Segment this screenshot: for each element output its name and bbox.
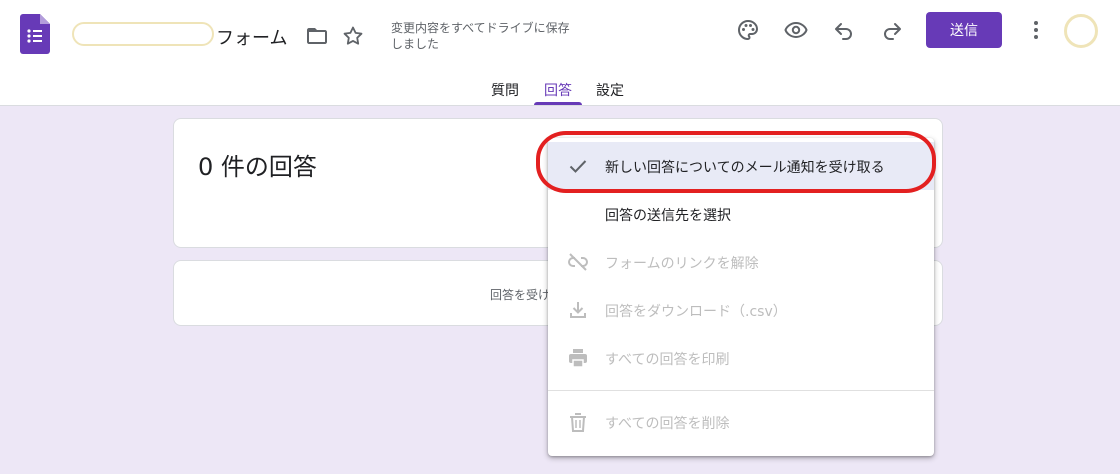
menu-item-label: すべての回答を削除: [605, 416, 730, 432]
redacted-form-title[interactable]: [72, 22, 214, 46]
menu-item-download-csv: 回答をダウンロード（.csv）: [548, 286, 934, 334]
tab-questions[interactable]: 質問: [491, 80, 519, 100]
folder-icon[interactable]: [305, 24, 329, 48]
link-off-icon: [568, 253, 588, 271]
menu-item-label: 回答をダウンロード（.csv）: [605, 304, 787, 320]
save-status-text: 変更内容をすべてドライブに保存しました: [391, 21, 570, 51]
account-avatar[interactable]: [1064, 14, 1098, 48]
accepting-responses-text: 回答を受け: [490, 288, 551, 302]
star-icon[interactable]: [341, 24, 365, 48]
menu-divider: [548, 390, 934, 391]
tab-settings[interactable]: 設定: [596, 80, 624, 100]
red-highlight-annotation: [536, 131, 936, 193]
menu-item-label: 回答の送信先を選択: [605, 208, 731, 224]
menu-item-print-all: すべての回答を印刷: [548, 334, 934, 382]
google-forms-logo-icon[interactable]: [20, 14, 50, 54]
print-icon: [569, 349, 587, 368]
download-icon: [570, 302, 586, 318]
form-title[interactable]: フォーム: [216, 24, 287, 50]
preview-eye-icon[interactable]: [784, 18, 808, 42]
more-vert-icon[interactable]: [1024, 18, 1048, 42]
menu-item-delete-all: すべての回答を削除: [548, 398, 934, 446]
menu-item-unlink-form: フォームのリンクを解除: [548, 238, 934, 286]
response-count-title: 0 件の回答: [198, 153, 317, 181]
tab-responses[interactable]: 回答: [544, 80, 572, 100]
menu-item-label: すべての回答を印刷: [605, 352, 730, 368]
undo-icon[interactable]: [832, 18, 856, 42]
active-tab-indicator: [534, 102, 582, 105]
trash-icon: [570, 413, 586, 432]
app-header: フォーム 変更内容をすべてドライブに保存しました 送信 質問 回答 設定: [0, 0, 1120, 106]
redo-icon[interactable]: [880, 18, 904, 42]
send-button[interactable]: 送信: [926, 12, 1002, 48]
menu-item-select-destination[interactable]: 回答の送信先を選択: [548, 190, 934, 238]
menu-item-label: フォームのリンクを解除: [605, 256, 759, 272]
palette-icon[interactable]: [736, 18, 760, 42]
